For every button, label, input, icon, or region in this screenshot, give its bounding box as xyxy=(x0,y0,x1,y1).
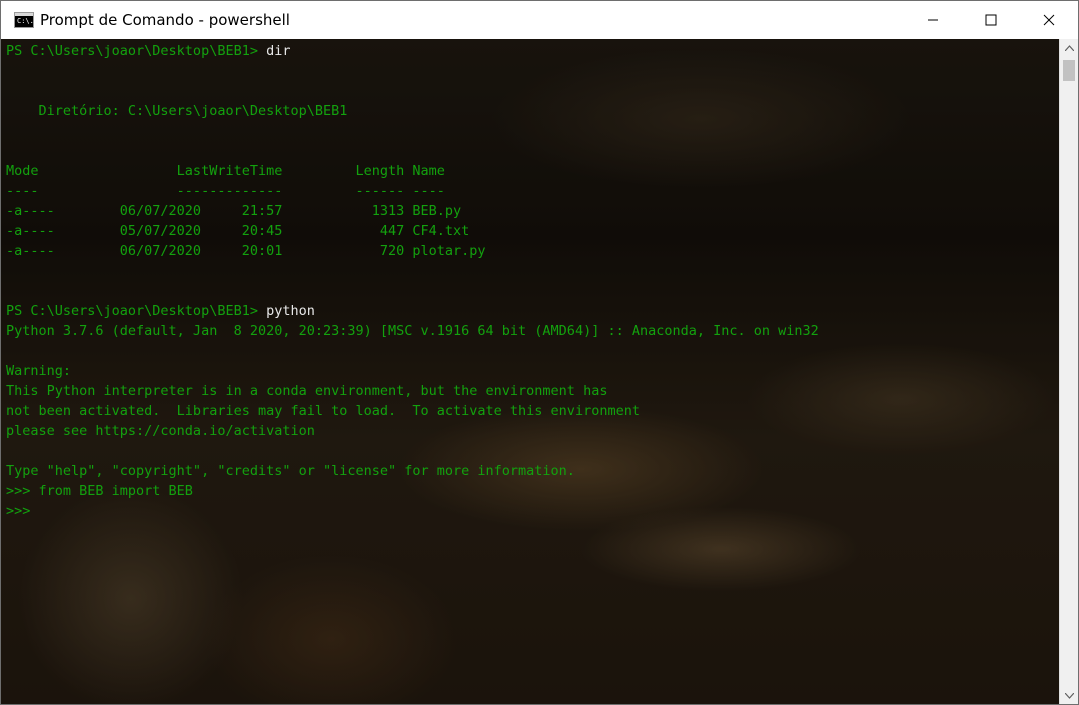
scroll-down-button[interactable] xyxy=(1060,687,1078,704)
console-prompt: PS C:\Users\joaor\Desktop\BEB1> xyxy=(6,43,267,59)
console-line: Mode LastWriteTime Length Name xyxy=(6,163,445,179)
scroll-up-button[interactable] xyxy=(1060,39,1078,56)
console-line: please see https://conda.io/activation xyxy=(6,423,315,439)
console-line: >>> from BEB import BEB xyxy=(6,483,193,499)
console-prompt: PS C:\Users\joaor\Desktop\BEB1> xyxy=(6,303,267,319)
console-line: Diretório: C:\Users\joaor\Desktop\BEB1 xyxy=(6,103,348,119)
scroll-down-arrow-icon xyxy=(1064,692,1074,699)
console-line: Python 3.7.6 (default, Jan 8 2020, 20:23… xyxy=(6,323,819,339)
console-line: -a---- 05/07/2020 20:45 447 CF4.txt xyxy=(6,223,470,239)
console-area[interactable]: PS C:\Users\joaor\Desktop\BEB1> dir Dire… xyxy=(1,39,1059,704)
maximize-button[interactable] xyxy=(962,1,1020,39)
console-line: not been activated. Libraries may fail t… xyxy=(6,403,640,419)
powershell-window: C:\. Prompt de Comando - powershell PS C… xyxy=(0,0,1079,705)
console-line: This Python interpreter is in a conda en… xyxy=(6,383,608,399)
close-button[interactable] xyxy=(1020,1,1078,39)
console-line: PS C:\Users\joaor\Desktop\BEB1> dir xyxy=(6,41,1059,61)
console-line: PS C:\Users\joaor\Desktop\BEB1> python xyxy=(6,301,1059,321)
command-prompt-icon: C:\. xyxy=(14,12,34,28)
minimize-icon xyxy=(928,19,938,21)
scroll-thumb[interactable] xyxy=(1063,60,1075,81)
console-line: >>> xyxy=(6,503,39,519)
scroll-up-arrow-icon xyxy=(1064,44,1074,51)
console-line: -a---- 06/07/2020 21:57 1313 BEB.py xyxy=(6,203,462,219)
close-icon xyxy=(1043,14,1055,26)
console-line: Type "help", "copyright", "credits" or "… xyxy=(6,463,575,479)
window-title: Prompt de Comando - powershell xyxy=(40,11,290,29)
window-controls xyxy=(904,1,1078,39)
console-output[interactable]: PS C:\Users\joaor\Desktop\BEB1> dir Dire… xyxy=(1,39,1059,521)
console-line: -a---- 06/07/2020 20:01 720 plotar.py xyxy=(6,243,486,259)
minimize-button[interactable] xyxy=(904,1,962,39)
maximize-icon xyxy=(985,14,997,26)
console-command: dir xyxy=(266,43,291,59)
console-line: ---- ------------- ------ ---- xyxy=(6,183,445,199)
title-bar[interactable]: C:\. Prompt de Comando - powershell xyxy=(1,1,1078,39)
console-line: Warning: xyxy=(6,363,72,379)
console-command: python xyxy=(266,303,315,319)
vertical-scrollbar[interactable] xyxy=(1059,39,1078,704)
